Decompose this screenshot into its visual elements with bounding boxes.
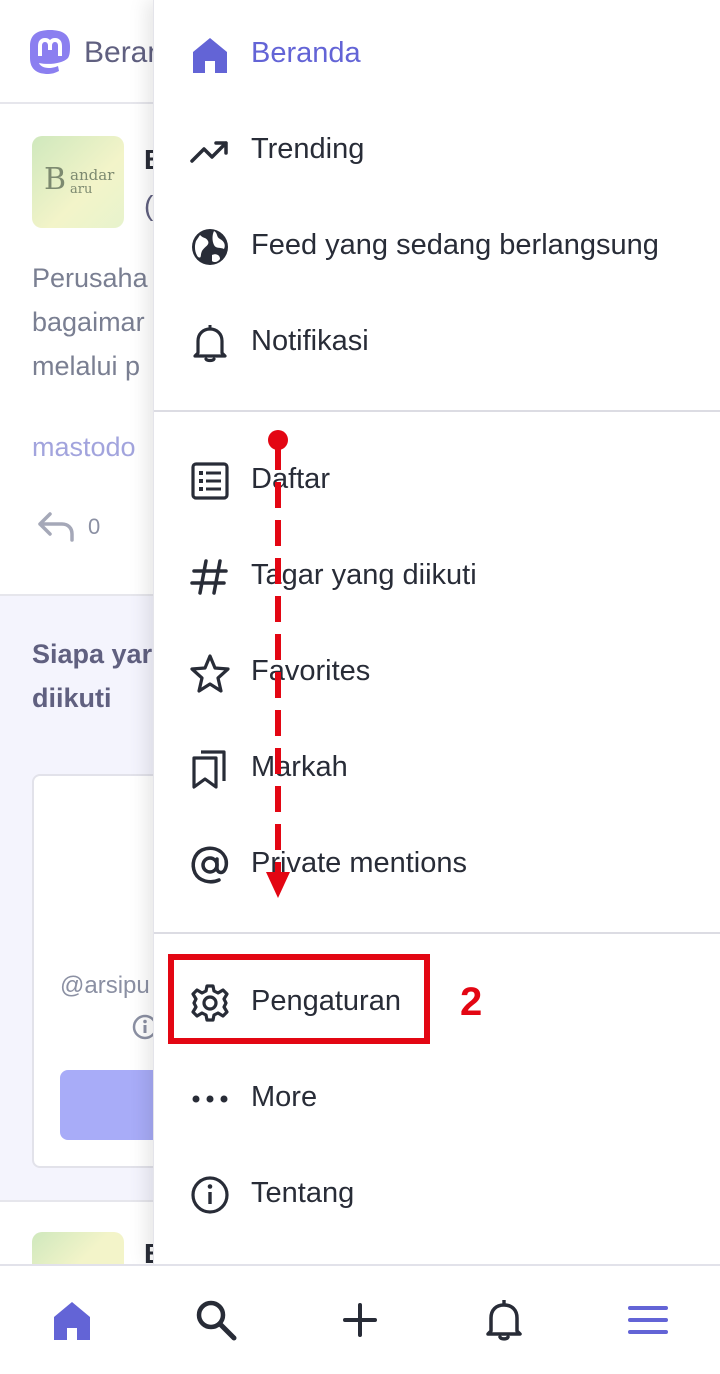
menu-icon[interactable] — [626, 1298, 670, 1342]
info-icon — [191, 1176, 229, 1214]
bell-icon — [193, 325, 227, 363]
drawer-item-label: Notifikasi — [251, 325, 369, 357]
more-icon — [192, 1095, 228, 1103]
notifications-icon[interactable] — [482, 1298, 526, 1342]
trending-icon — [190, 141, 228, 163]
mastodon-logo-icon[interactable] — [26, 28, 74, 78]
suggestions-title-line: diikuti — [32, 683, 112, 713]
divider — [154, 410, 720, 412]
suggestions-title-line: Siapa yar — [32, 639, 153, 669]
drawer-item-notifications[interactable]: Notifikasi — [154, 295, 720, 391]
hashtag-icon — [190, 559, 228, 595]
drawer-item-live-feed[interactable]: Feed yang sedang berlangsung — [154, 199, 720, 295]
suggestion-handle: @arsipu — [60, 972, 150, 999]
avatar-letter: B — [44, 162, 67, 197]
drawer-item-favorites[interactable]: Favorites — [154, 625, 720, 721]
scroll-down-arrow-icon — [266, 430, 290, 898]
drawer-item-trending[interactable]: Trending — [154, 103, 720, 199]
divider — [154, 932, 720, 934]
navigation-drawer: Beranda Trending Feed yang sedang berlan… — [153, 0, 720, 1264]
drawer-item-label: Trending — [251, 133, 365, 165]
reply-count: 0 — [88, 514, 101, 539]
highlight-box — [168, 954, 430, 1044]
star-icon — [190, 654, 230, 693]
post-author-handle: ( — [144, 190, 154, 221]
drawer-item-label: Beranda — [251, 37, 361, 69]
drawer-item-about[interactable]: Tentang — [154, 1147, 720, 1243]
list-icon — [191, 462, 229, 500]
post-content-line: bagaimar — [32, 307, 145, 337]
drawer-item-lists[interactable]: Daftar — [154, 433, 720, 529]
avatar-text-line2: aru — [70, 182, 93, 197]
drawer-item-label: Tentang — [251, 1177, 355, 1209]
reply-icon[interactable] — [36, 508, 76, 544]
post-content-line: melalui p — [32, 351, 141, 381]
drawer-item-label: More — [251, 1081, 318, 1113]
at-icon — [191, 846, 229, 884]
home-icon[interactable] — [50, 1298, 94, 1342]
drawer-item-bookmarks[interactable]: Markah — [154, 721, 720, 817]
bookmarks-icon — [192, 750, 226, 789]
post-avatar[interactable]: B andar aru — [32, 136, 124, 228]
compose-icon[interactable] — [338, 1298, 382, 1342]
search-icon[interactable] — [194, 1298, 238, 1342]
drawer-item-beranda[interactable]: Beranda — [154, 7, 720, 103]
suggestions-title: Siapa yar diikuti — [32, 632, 152, 720]
post-link[interactable]: mastodo — [32, 432, 136, 463]
step-number: 2 — [460, 980, 483, 1024]
post-content: Perusaha bagaimar melalui p — [32, 256, 148, 388]
home-icon — [193, 38, 227, 73]
bottom-navigation — [0, 1264, 720, 1374]
globe-icon — [192, 229, 228, 265]
drawer-item-label: Feed yang sedang berlangsung — [251, 229, 659, 261]
drawer-item-followed-hashtags[interactable]: Tagar yang diikuti — [154, 529, 720, 625]
post-content-line: Perusaha — [32, 263, 148, 293]
drawer-item-more[interactable]: More — [154, 1051, 720, 1147]
drawer-item-private-mentions[interactable]: Private mentions — [154, 817, 720, 913]
